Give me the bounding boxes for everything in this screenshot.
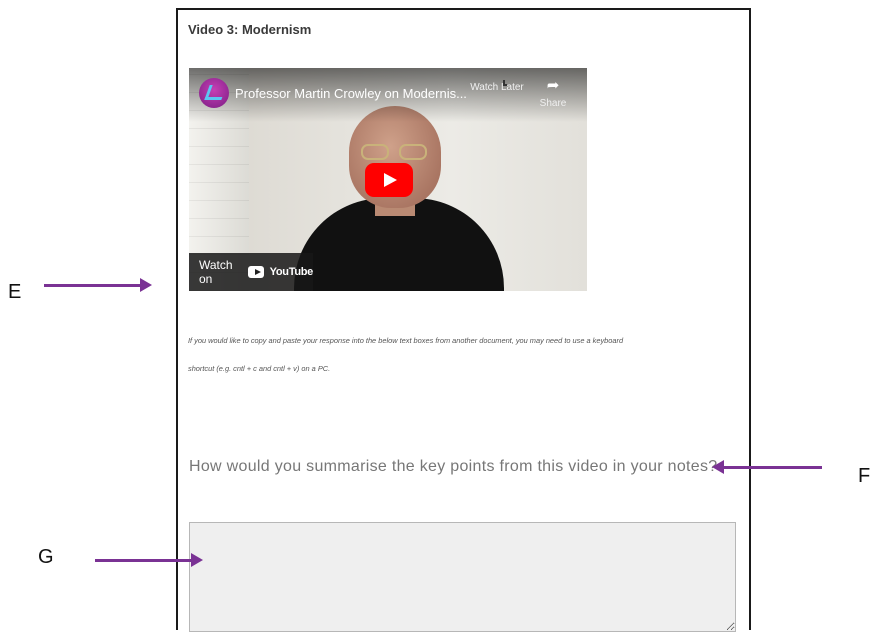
paste-instructions-line-1: If you would like to copy and paste your… <box>188 336 624 345</box>
share-label: Share <box>539 98 567 109</box>
annotation-arrow-g <box>95 553 203 567</box>
video-player[interactable]: Professor Martin Crowley on Modernis... … <box>189 68 587 291</box>
question-label: How would you summarise the key points f… <box>189 458 718 475</box>
paste-instructions-line-2: shortcut (e.g. cntl + c and cntl + v) on… <box>188 364 331 373</box>
video-title[interactable]: Professor Martin Crowley on Modernis... <box>235 86 467 101</box>
annotation-arrow-f <box>712 460 822 474</box>
youtube-wordmark: YouTube <box>269 266 314 278</box>
video-section-title: Video 3: Modernism <box>188 22 312 37</box>
watch-on-youtube-button[interactable]: Watch on YouTube <box>189 253 313 291</box>
watch-later-label: Watch Later <box>470 82 524 93</box>
annotation-arrow-e <box>44 278 152 292</box>
play-button[interactable] <box>365 163 413 197</box>
answer-textarea[interactable] <box>189 522 736 632</box>
share-button[interactable]: ➦ Share <box>525 77 581 110</box>
share-icon: ➦ <box>546 77 560 94</box>
video-thumbnail-glasses <box>361 144 431 160</box>
annotation-label-g: G <box>38 546 54 568</box>
annotation-label-f: F <box>858 465 871 487</box>
channel-avatar[interactable] <box>199 78 229 108</box>
youtube-logo-icon <box>248 266 264 278</box>
annotation-label-e: E <box>8 281 22 303</box>
watch-later-button[interactable]: Watch Later <box>469 78 525 93</box>
watch-on-label: Watch on <box>199 258 233 286</box>
